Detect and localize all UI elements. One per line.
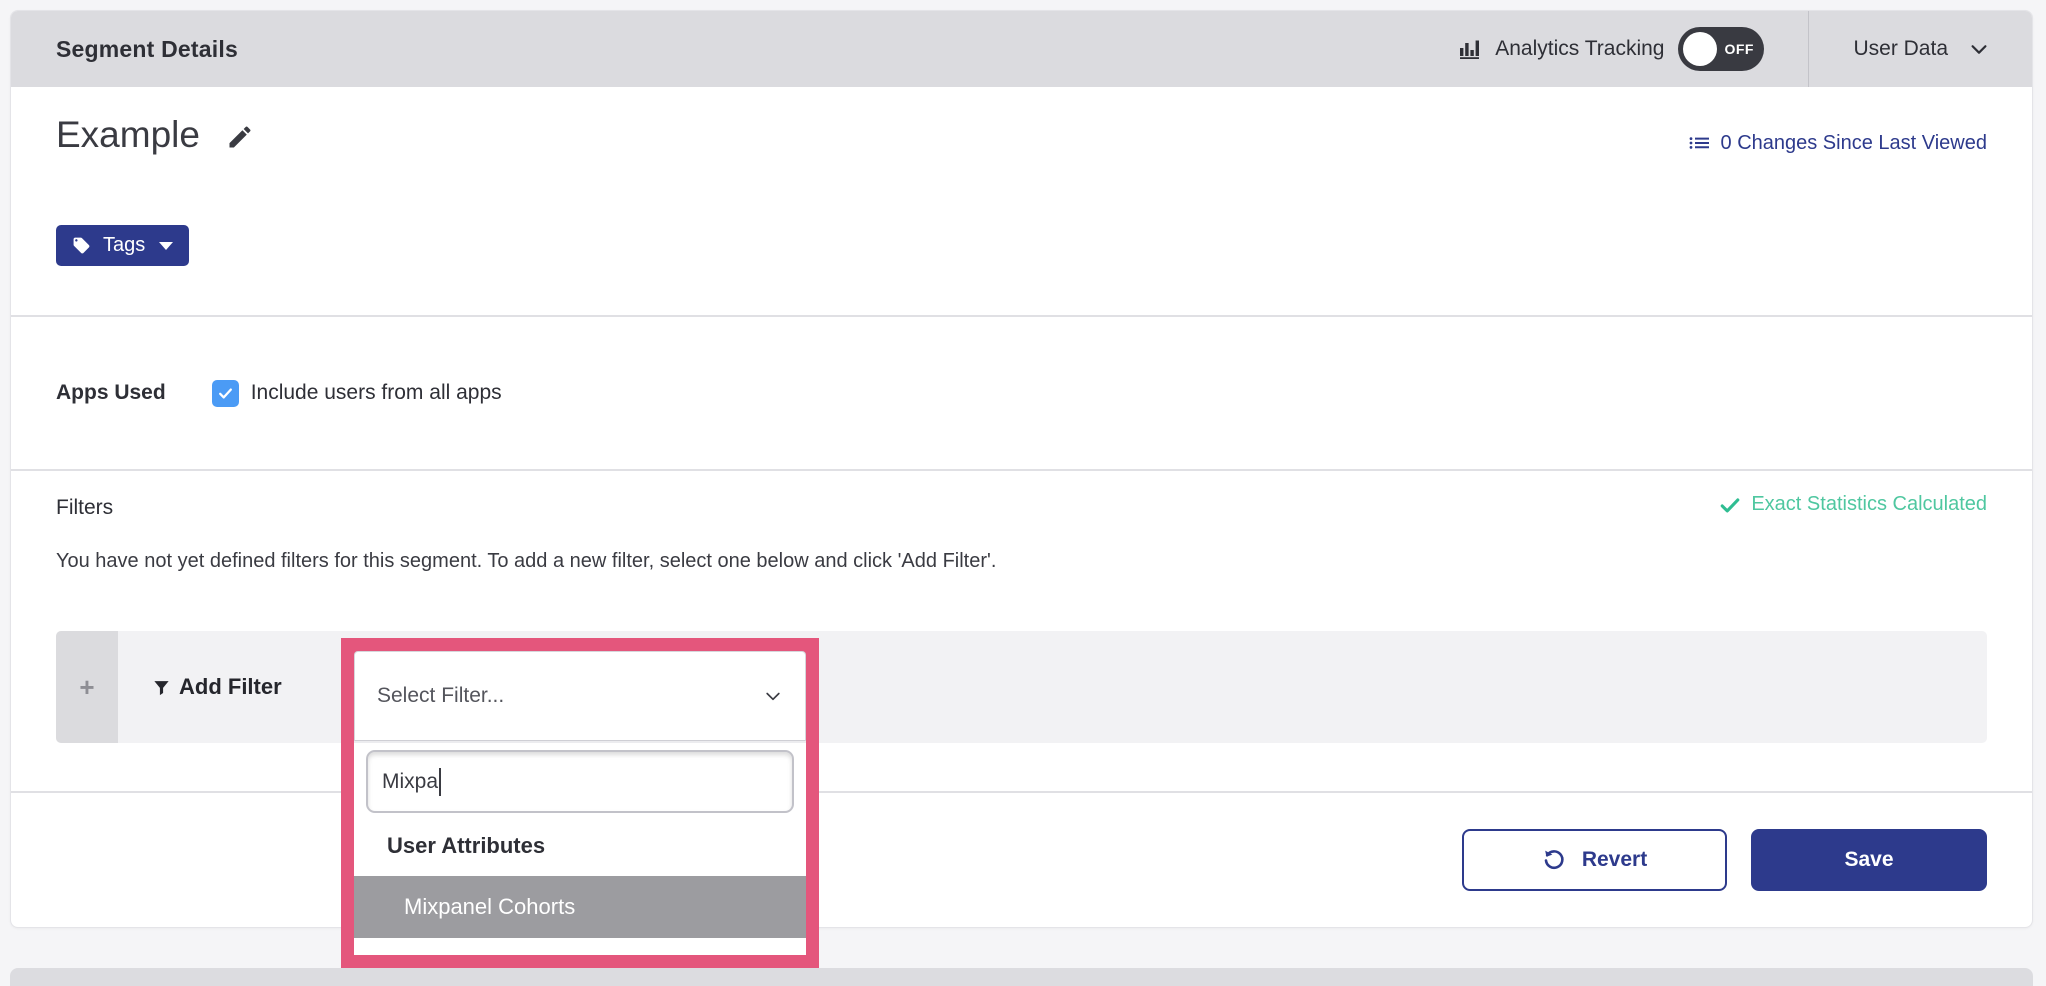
filters-section: Filters Exact Statistics Calculated You …: [11, 471, 2032, 793]
list-icon: [1688, 131, 1712, 155]
user-data-label: User Data: [1853, 37, 1948, 61]
tag-icon: [72, 236, 91, 255]
card-header: Segment Details Analytics Tracking OFF U…: [11, 11, 2032, 87]
chevron-down-icon: [763, 686, 783, 706]
footer-actions: Revert Save: [11, 793, 2032, 927]
exact-statistics-label: Exact Statistics Calculated: [1751, 493, 1987, 516]
user-data-dropdown[interactable]: User Data: [1809, 11, 2032, 87]
exact-statistics-status: Exact Statistics Calculated: [1719, 493, 1987, 516]
changes-since-last-viewed-link[interactable]: 0 Changes Since Last Viewed: [1688, 131, 1987, 155]
filters-description: You have not yet defined filters for thi…: [56, 547, 1987, 575]
analytics-tracking-label: Analytics Tracking: [1495, 37, 1664, 61]
apps-used-section: Apps Used Include users from all apps: [11, 317, 2032, 471]
revert-button[interactable]: Revert: [1462, 829, 1727, 891]
filters-heading: Filters: [56, 493, 113, 523]
segment-title-section: Example 0 Changes Since Last Viewed Tags: [11, 87, 2032, 317]
dropdown-option-mixpanel-cohorts[interactable]: Mixpanel Cohorts: [354, 876, 806, 938]
revert-button-label: Revert: [1582, 848, 1647, 872]
undo-icon: [1542, 848, 1566, 872]
add-filter-label-group: Add Filter: [152, 674, 282, 700]
segment-details-card: Segment Details Analytics Tracking OFF U…: [10, 10, 2033, 928]
segment-name: Example: [56, 111, 200, 159]
bar-chart-icon: [1457, 37, 1481, 61]
changes-link-label: 0 Changes Since Last Viewed: [1721, 132, 1987, 155]
plus-icon: +: [79, 674, 94, 700]
toggle-state-label: OFF: [1724, 41, 1754, 57]
chevron-down-icon: [1968, 38, 1990, 60]
check-icon: [1719, 494, 1741, 516]
toggle-knob: [1683, 32, 1717, 66]
pencil-icon[interactable]: [226, 123, 254, 151]
funnel-icon: [152, 678, 171, 697]
select-filter-dropdown[interactable]: Select Filter...: [354, 651, 806, 741]
filter-search-input[interactable]: Mixpa: [366, 750, 794, 813]
text-cursor: [439, 768, 441, 796]
tags-button-label: Tags: [103, 234, 145, 257]
add-filter-label: Add Filter: [179, 674, 282, 700]
analytics-tracking-group: Analytics Tracking OFF: [1457, 11, 1808, 87]
save-button[interactable]: Save: [1751, 829, 1987, 891]
save-button-label: Save: [1844, 848, 1893, 872]
apps-used-label: Apps Used: [56, 381, 166, 405]
dropdown-group-user-attributes: User Attributes: [354, 827, 806, 865]
filter-search-value: Mixpa: [382, 770, 438, 794]
filter-dropdown-highlight: Select Filter... Mixpa User Attributes M…: [341, 638, 819, 968]
include-all-apps-checkbox[interactable]: [212, 380, 239, 407]
include-all-apps-label: Include users from all apps: [251, 381, 502, 405]
analytics-tracking-toggle[interactable]: OFF: [1678, 27, 1764, 71]
page-title: Segment Details: [11, 36, 238, 63]
next-section-bar: [10, 968, 2033, 986]
filter-dropdown-panel: Mixpa User Attributes Mixpanel Cohorts: [354, 741, 806, 955]
header-right: Analytics Tracking OFF User Data: [1457, 11, 2032, 87]
caret-down-icon: [159, 242, 173, 250]
select-filter-placeholder: Select Filter...: [377, 684, 504, 708]
add-filter-plus-button[interactable]: +: [56, 631, 118, 743]
segment-details-page: Segment Details Analytics Tracking OFF U…: [0, 0, 2046, 986]
tags-button[interactable]: Tags: [56, 225, 189, 266]
